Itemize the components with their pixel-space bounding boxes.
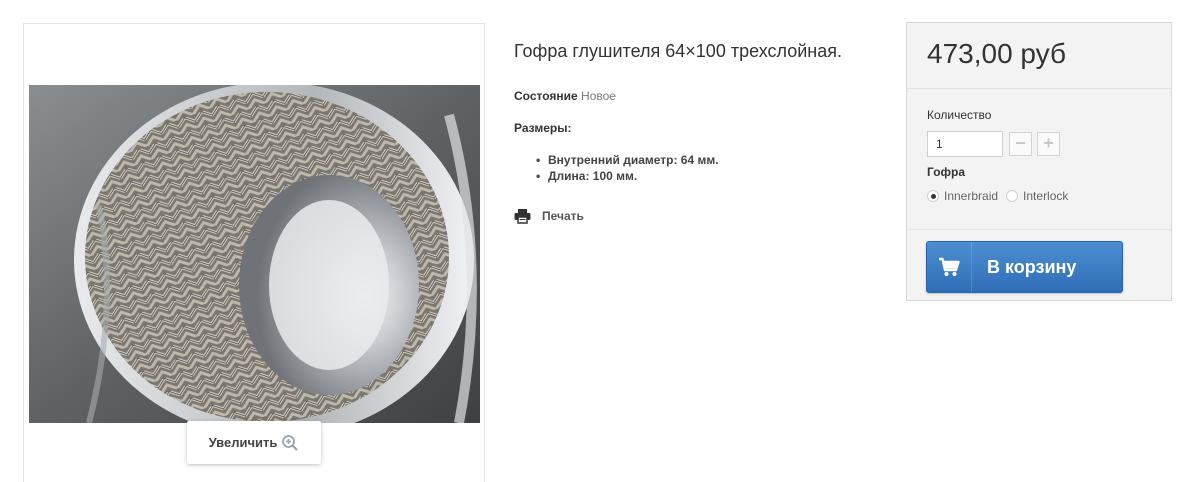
radio-innerbraid[interactable] [927,190,939,202]
product-image-panel: Увеличить [23,23,485,482]
print-link[interactable]: Печать [514,208,584,224]
sizes-list: Внутренний диаметр: 64 мм. Длина: 100 мм… [534,152,719,184]
product-photo[interactable] [29,85,480,423]
option-interlock[interactable]: Interlock [1006,189,1068,203]
price-box: 473,00 руб [907,23,1171,89]
quantity-input[interactable] [927,131,1003,157]
zoom-in-icon [281,434,299,452]
printer-icon [514,209,531,224]
flex-pipe-image [29,85,480,423]
add-to-cart-label: В корзину [987,256,1077,277]
divider [907,229,1171,230]
product-title: Гофра глушителя 64×100 трехслойная. [514,41,842,61]
gofra-options: Innerbraid Interlock [927,189,1076,203]
gofra-label: Гофра [927,165,966,179]
list-item: Длина: 100 мм. [534,168,719,184]
quantity-decrease-button[interactable]: − [1009,132,1032,156]
print-label: Печать [542,209,584,223]
add-to-cart-button[interactable]: В корзину [926,241,1123,293]
condition-value: Новое [581,89,616,103]
option-label: Interlock [1023,189,1069,203]
option-label: Innerbraid [944,189,999,203]
zoom-label: Увеличить [208,435,278,450]
condition-label: Состояние [514,89,578,103]
sizes-heading: Размеры: [514,121,572,135]
quantity-label: Количество [927,108,992,122]
radio-interlock[interactable] [1006,190,1019,202]
price: 473,00 руб [927,38,1067,69]
quantity-increase-button[interactable]: + [1037,132,1060,156]
buy-panel: 473,00 руб Количество − + Гофра Innerbra… [906,22,1172,301]
zoom-button[interactable]: Увеличить [187,421,321,464]
shopping-cart-icon [927,242,972,292]
condition-row: Состояние Новое [514,89,616,103]
list-item: Внутренний диаметр: 64 мм. [534,152,719,168]
option-innerbraid[interactable]: Innerbraid [927,189,998,203]
